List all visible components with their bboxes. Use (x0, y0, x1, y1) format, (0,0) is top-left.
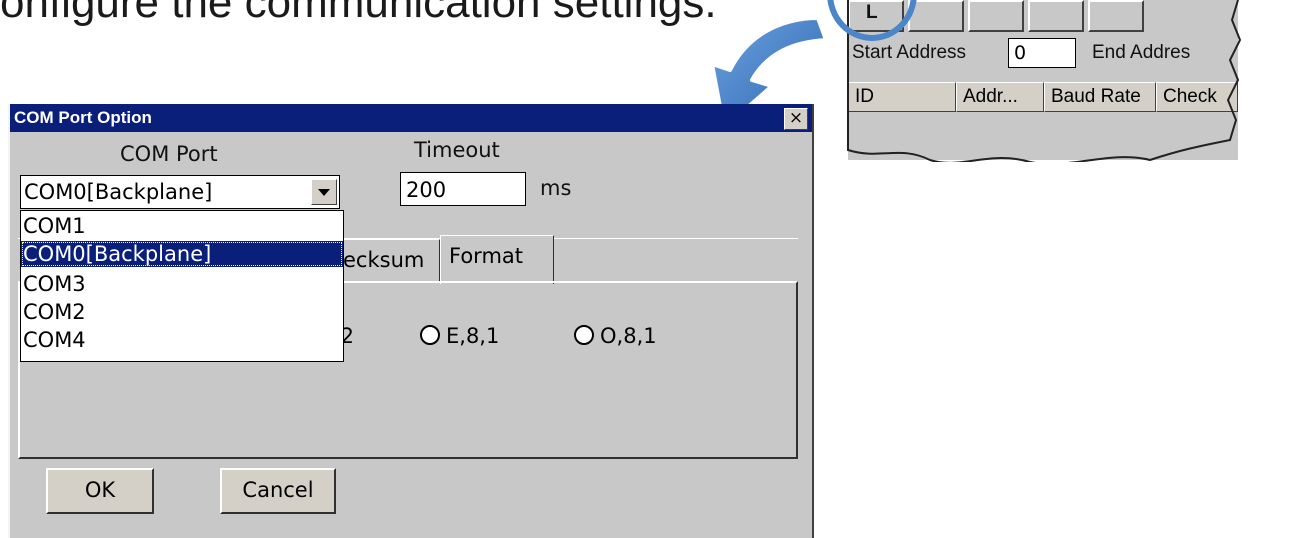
highlight-circle-icon (827, 0, 917, 41)
com-port-option-dialog: COM Port Option × COM Port Timeout COM0[… (8, 104, 814, 538)
radio-button-icon[interactable] (574, 325, 594, 345)
timeout-input[interactable]: 200 (400, 172, 526, 206)
ok-button[interactable]: OK (46, 468, 154, 514)
cancel-button[interactable]: Cancel (220, 468, 336, 514)
com-port-value: COM0[Backplane] (24, 180, 213, 204)
radio-button-icon[interactable] (420, 325, 440, 345)
radio-option-o81[interactable]: O,8,1 (574, 324, 657, 348)
list-item-com4[interactable]: COM4 (21, 327, 343, 353)
com-port-label: COM Port (120, 142, 218, 166)
list-item-com2[interactable]: COM2 (21, 299, 343, 325)
close-button[interactable]: × (784, 108, 808, 130)
dialog-titlebar: COM Port Option × (10, 104, 812, 132)
dialog-title: COM Port Option (14, 108, 152, 127)
chevron-down-icon[interactable] (311, 179, 337, 205)
list-item-com3[interactable]: COM3 (21, 271, 343, 297)
timeout-unit: ms (540, 176, 572, 200)
radio-option-e81[interactable]: E,8,1 (420, 324, 499, 348)
list-item-com0-backplane[interactable]: COM0[Backplane] (21, 241, 343, 267)
tab-checksum[interactable]: ecksum (334, 239, 440, 283)
com-port-dropdown-list[interactable]: COM1 COM0[Backplane] COM3 COM2 COM4 (20, 210, 344, 362)
list-item-com1[interactable]: COM1 (21, 213, 343, 239)
inset-screenshot: L Start Address 0 End Addres ID Addr... … (827, 0, 1301, 180)
tab-format[interactable]: Format (440, 235, 554, 284)
com-port-select[interactable]: COM0[Backplane] (20, 175, 340, 209)
instruction-text: onfigure the communication settings. (0, 0, 717, 27)
timeout-label: Timeout (414, 138, 500, 162)
